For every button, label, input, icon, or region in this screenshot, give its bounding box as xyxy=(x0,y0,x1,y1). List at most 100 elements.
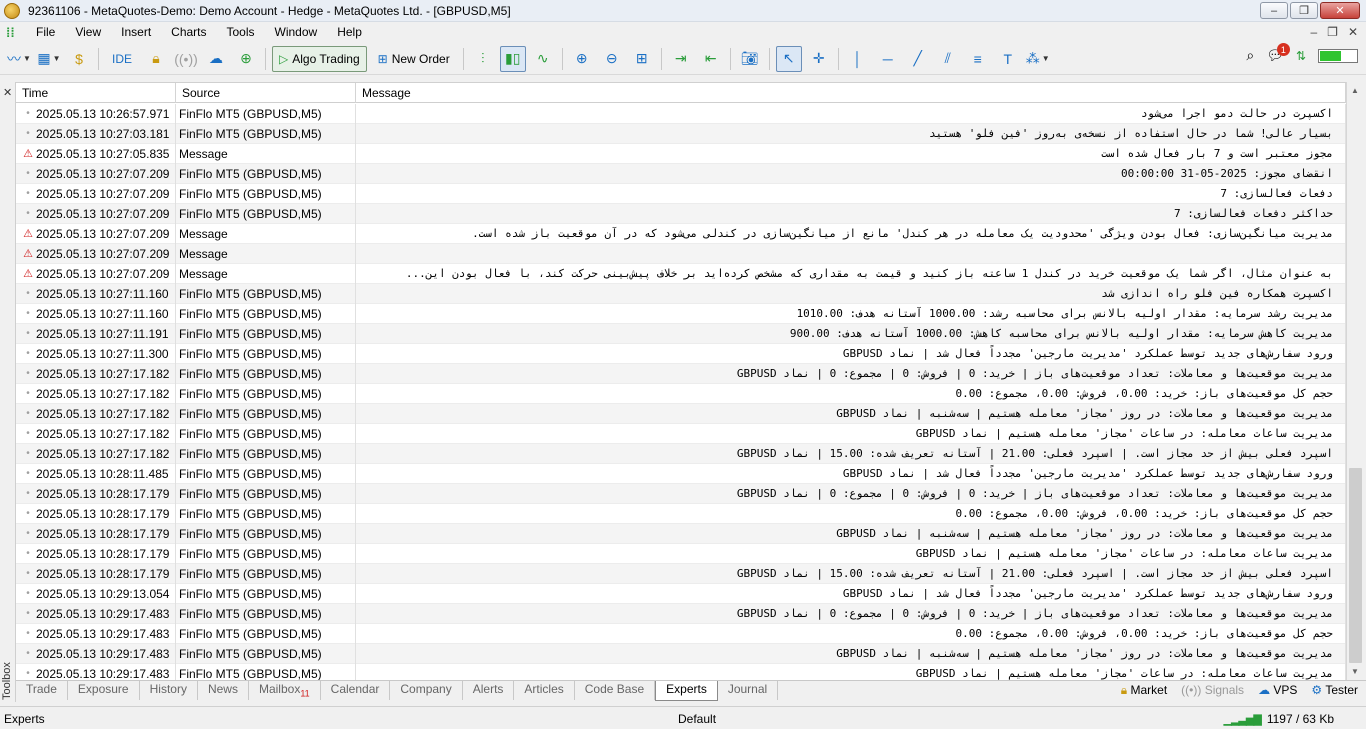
table-row[interactable]: • 2025.05.13 10:27:11.191 FinFlo MT5 (GBPU… xyxy=(16,324,1346,344)
scroll-up-icon[interactable]: ▲ xyxy=(1347,82,1363,99)
tab-code-base[interactable]: Code Base xyxy=(575,681,656,700)
chart-shift-icon[interactable]: ⇤ xyxy=(698,46,724,72)
tab-experts[interactable]: Experts xyxy=(655,681,718,701)
zoom-in-icon[interactable]: ⊕ xyxy=(569,46,595,72)
table-row[interactable]: • 2025.05.13 10:27:07.209 FinFlo MT5 (GBPU… xyxy=(16,164,1346,184)
scrollbar-thumb[interactable] xyxy=(1349,468,1362,663)
toolbox-close-icon[interactable]: ✕ xyxy=(3,86,12,99)
signal-broadcast-icon[interactable]: ((•)) xyxy=(173,46,199,72)
close-button[interactable]: ✕ xyxy=(1320,2,1360,19)
column-header-time[interactable]: Time xyxy=(16,83,176,103)
table-row[interactable]: • 2025.05.13 10:27:11.160 FinFlo MT5 (GBPU… xyxy=(16,284,1346,304)
table-row[interactable]: • 2025.05.13 10:29:13.054 FinFlo MT5 (GBPU… xyxy=(16,584,1346,604)
table-row[interactable]: • 2025.05.13 10:27:17.182 FinFlo MT5 (GBPU… xyxy=(16,384,1346,404)
screenshot-icon[interactable]: 📷︎ xyxy=(737,46,763,72)
tab-calendar[interactable]: Calendar xyxy=(321,681,391,700)
table-row[interactable]: ⚠ 2025.05.13 10:27:07.209 Message به عنوان … xyxy=(16,264,1346,284)
tab-alerts[interactable]: Alerts xyxy=(463,681,515,700)
signals-link[interactable]: ((•)) Signals xyxy=(1181,683,1244,698)
table-row[interactable]: • 2025.05.13 10:27:11.300 FinFlo MT5 (GBPU… xyxy=(16,344,1346,364)
table-row[interactable]: • 2025.05.13 10:28:11.485 FinFlo MT5 (GBPU… xyxy=(16,464,1346,484)
minimize-button[interactable]: – xyxy=(1260,2,1288,19)
tab-news[interactable]: News xyxy=(198,681,249,700)
table-row[interactable]: ⚠ 2025.05.13 10:27:07.209 Message مدیریت می… xyxy=(16,224,1346,244)
menu-tools[interactable]: Tools xyxy=(217,22,265,43)
vertical-line-icon[interactable]: │ xyxy=(845,46,871,72)
auto-scroll-icon[interactable]: ⇥ xyxy=(668,46,694,72)
table-row[interactable]: • 2025.05.13 10:29:17.483 FinFlo MT5 (GBPU… xyxy=(16,604,1346,624)
tester-link[interactable]: ⚙ Tester xyxy=(1311,683,1358,698)
text-icon[interactable]: T xyxy=(995,46,1021,72)
line-chart-icon[interactable]: ∿ xyxy=(530,46,556,72)
chart-menu-icon[interactable]: ⁞⁞ xyxy=(6,25,20,40)
maximize-button[interactable]: ❐ xyxy=(1290,2,1318,19)
table-row[interactable]: • 2025.05.13 10:28:17.179 FinFlo MT5 (GBPU… xyxy=(16,544,1346,564)
new-order-button[interactable]: ⊞ New Order xyxy=(371,46,457,72)
scroll-down-icon[interactable]: ▼ xyxy=(1347,663,1363,680)
menu-window[interactable]: Window xyxy=(265,22,328,43)
table-row[interactable]: • 2025.05.13 10:27:03.181 FinFlo MT5 (GBPU… xyxy=(16,124,1346,144)
status-profile[interactable]: Default xyxy=(678,712,716,726)
table-row[interactable]: ⚠ 2025.05.13 10:27:07.209 Message xyxy=(16,244,1346,264)
bar-chart-icon[interactable]: ⫶ xyxy=(470,46,496,72)
chart-template-icon[interactable]: ▦ ▼ xyxy=(36,46,62,72)
tab-exposure[interactable]: Exposure xyxy=(68,681,140,700)
mdi-close-button[interactable]: ✕ xyxy=(1348,25,1358,39)
table-row[interactable]: ⚠ 2025.05.13 10:27:05.835 Message مجوز معتب… xyxy=(16,144,1346,164)
table-row[interactable]: • 2025.05.13 10:27:17.182 FinFlo MT5 (GBPU… xyxy=(16,364,1346,384)
globe-add-icon[interactable]: ⊕ xyxy=(233,46,259,72)
candlestick-chart-icon[interactable]: ▮▯ xyxy=(499,45,526,72)
menu-insert[interactable]: Insert xyxy=(111,22,161,43)
toolbox-label[interactable]: Toolbox xyxy=(1,660,15,700)
column-header-source[interactable]: Source xyxy=(176,83,356,103)
table-row[interactable]: • 2025.05.13 10:27:17.182 FinFlo MT5 (GBPU… xyxy=(16,444,1346,464)
horizontal-line-icon[interactable]: ─ xyxy=(875,46,901,72)
tab-trade[interactable]: Trade xyxy=(16,681,68,700)
menu-help[interactable]: Help xyxy=(327,22,372,43)
cloud-icon[interactable]: ☁ xyxy=(203,46,229,72)
vertical-scrollbar[interactable]: ▲ ▼ xyxy=(1346,82,1363,680)
tab-company[interactable]: Company xyxy=(390,681,463,700)
shapes-icon[interactable]: ⁂ ▼ xyxy=(1025,46,1051,72)
table-row[interactable]: • 2025.05.13 10:28:17.179 FinFlo MT5 (GBPU… xyxy=(16,524,1346,544)
tab-articles[interactable]: Articles xyxy=(514,681,575,700)
search-icon[interactable]: ⌕ xyxy=(1246,47,1254,64)
market-coin-icon[interactable]: $ xyxy=(66,46,92,72)
notifications-icon[interactable]: 💬︎ 1 xyxy=(1266,43,1290,64)
zoom-out-icon[interactable]: ⊖ xyxy=(599,46,625,72)
tab-journal[interactable]: Journal xyxy=(718,681,779,700)
table-row[interactable]: • 2025.05.13 10:28:17.179 FinFlo MT5 (GBPU… xyxy=(16,564,1346,584)
market-link[interactable]: 🔒︎ Market xyxy=(1121,683,1167,698)
lock-icon[interactable]: 🔒︎ xyxy=(143,46,169,72)
table-row[interactable]: • 2025.05.13 10:27:11.160 FinFlo MT5 (GBPU… xyxy=(16,304,1346,324)
table-row[interactable]: • 2025.05.13 10:28:17.179 FinFlo MT5 (GBPU… xyxy=(16,504,1346,524)
table-row[interactable]: • 2025.05.13 10:27:17.182 FinFlo MT5 (GBPU… xyxy=(16,404,1346,424)
menu-view[interactable]: View xyxy=(65,22,111,43)
tab-mailbox[interactable]: Mailbox11 xyxy=(249,681,321,700)
menu-charts[interactable]: Charts xyxy=(161,22,216,43)
menu-file[interactable]: File xyxy=(26,22,65,43)
mdi-restore-button[interactable]: ❐ xyxy=(1327,25,1338,39)
table-row[interactable]: • 2025.05.13 10:29:17.483 FinFlo MT5 (GBPU… xyxy=(16,624,1346,644)
fibonacci-icon[interactable]: ≡ xyxy=(965,46,991,72)
crosshair-icon[interactable]: ✛ xyxy=(806,46,832,72)
tile-windows-icon[interactable]: ⊞ xyxy=(629,46,655,72)
table-row[interactable]: • 2025.05.13 10:26:57.971 FinFlo MT5 (GBPU… xyxy=(16,104,1346,124)
vps-link[interactable]: ☁ VPS xyxy=(1258,683,1297,698)
status-connection[interactable]: ▁▂▃▅▇ 1197 / 63 Kb xyxy=(1224,712,1334,726)
ide-button[interactable]: IDE xyxy=(105,46,139,72)
table-row[interactable]: • 2025.05.13 10:27:07.209 FinFlo MT5 (GBPU… xyxy=(16,204,1346,224)
table-row[interactable]: • 2025.05.13 10:29:17.483 FinFlo MT5 (GBPU… xyxy=(16,664,1346,680)
column-header-message[interactable]: Message xyxy=(356,83,1346,103)
trend-line-icon[interactable]: ╱ xyxy=(905,46,931,72)
algo-trading-button[interactable]: ▷ Algo Trading xyxy=(272,45,367,72)
table-row[interactable]: • 2025.05.13 10:27:07.209 FinFlo MT5 (GBPU… xyxy=(16,184,1346,204)
table-row[interactable]: • 2025.05.13 10:29:17.483 FinFlo MT5 (GBPU… xyxy=(16,644,1346,664)
table-row[interactable]: • 2025.05.13 10:27:17.182 FinFlo MT5 (GBPU… xyxy=(16,424,1346,444)
channel-icon[interactable]: ⫽ xyxy=(935,46,961,72)
chart-type-icon[interactable]: 〰 ▼ xyxy=(6,46,32,72)
table-row[interactable]: • 2025.05.13 10:28:17.179 FinFlo MT5 (GBPU… xyxy=(16,484,1346,504)
cursor-icon[interactable]: ↖ xyxy=(775,45,802,72)
tab-history[interactable]: History xyxy=(140,681,198,700)
mdi-minimize-button[interactable]: – xyxy=(1310,25,1317,39)
